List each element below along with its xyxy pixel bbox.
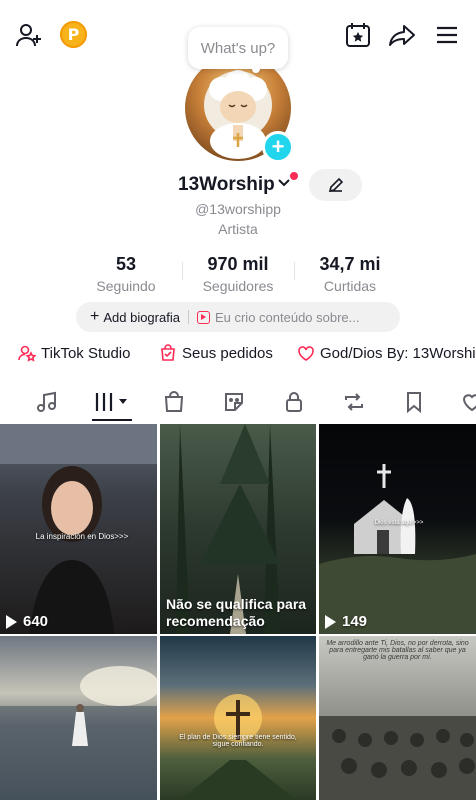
stat-likes[interactable]: 34,7 mi Curtidas [294, 254, 406, 294]
following-count: 53 [115, 254, 137, 274]
calendar-star-icon[interactable] [343, 20, 373, 50]
active-tab-indicator [92, 419, 132, 421]
bio-divider [187, 310, 189, 324]
creator-promo-text[interactable]: Eu crio conteúdo sobre... [215, 310, 360, 325]
video-thumbnail[interactable]: Me arrodillo ante Ti, Dios, no por derro… [319, 636, 476, 800]
sticker-heart-icon [298, 346, 314, 361]
bio-pill[interactable]: + Add biografia Eu crio conteúdo sobre..… [76, 302, 400, 332]
grid-bars-icon [95, 393, 127, 411]
music-note-icon [37, 391, 56, 412]
video-caption: Dios está aquí>>> [374, 520, 424, 526]
bookmark-icon [407, 392, 421, 414]
stat-following[interactable]: 53 Seguindo [70, 254, 182, 294]
link-label: TikTok Studio [41, 344, 131, 362]
repost-icon [345, 393, 363, 411]
not-eligible-label: Não se qualifica para recomendação [166, 596, 307, 629]
hamburger-menu-icon[interactable] [432, 20, 462, 50]
video-thumbnail[interactable] [0, 636, 157, 800]
coins-icon[interactable]: P [60, 21, 87, 48]
user-handle: @13worshipp [195, 201, 281, 217]
link-label: God/Dios By: 13Worship [320, 344, 476, 362]
view-count: 149 [325, 613, 367, 630]
likes-count: 34,7 mi [319, 254, 381, 274]
stat-followers[interactable]: 970 mil Seguidores [182, 254, 294, 294]
content-tabs [0, 385, 476, 423]
view-count: 640 [6, 613, 48, 630]
video-thumbnail[interactable]: Não se qualifica para recomendação [160, 424, 316, 634]
status-bubble[interactable]: What's up? [188, 27, 288, 73]
shortcut-links: TikTok Studio Seus pedidos God/Dios By: … [18, 344, 476, 370]
video-caption: Me arrodillo ante Ti, Dios, no por derro… [326, 640, 469, 661]
video-thumbnail[interactable]: La inspiración en Dios>>> 640 [0, 424, 157, 634]
edit-profile-button[interactable] [309, 169, 362, 201]
notification-dot [290, 172, 298, 180]
following-label: Seguindo [96, 278, 156, 294]
add-bio-label[interactable]: Add biografia [103, 310, 180, 325]
chevron-down-icon[interactable] [277, 176, 291, 195]
username[interactable]: 13Worship [178, 174, 275, 196]
heart-icon [462, 394, 476, 412]
person-plus-icon[interactable] [14, 20, 44, 50]
tab-favorites[interactable] [394, 387, 434, 417]
status-bubble-text: What's up? [200, 39, 276, 57]
video-thumbnail[interactable]: El plan de Dios siempre tiene sentido, s… [160, 636, 316, 800]
tab-videos[interactable] [92, 387, 132, 417]
shopping-bag-icon [164, 391, 184, 412]
pencil-icon [328, 177, 343, 193]
followers-label: Seguidores [202, 278, 274, 294]
lock-icon [286, 392, 302, 412]
tab-stickers[interactable] [214, 387, 254, 417]
play-icon [325, 614, 336, 629]
play-icon [6, 614, 17, 629]
video-caption: El plan de Dios siempre tiene sentido, s… [179, 734, 297, 748]
followers-count: 970 mil [207, 254, 269, 274]
tab-liked[interactable] [452, 387, 476, 417]
video-caption: La inspiración en Dios>>> [35, 532, 129, 541]
play-square-icon [196, 310, 210, 324]
tab-reposts[interactable] [334, 387, 374, 417]
tab-private[interactable] [274, 387, 314, 417]
link-label: Seus pedidos [182, 344, 273, 362]
plus-icon: + [90, 308, 100, 325]
add-story-button[interactable]: + [262, 131, 294, 163]
link-playlist[interactable]: God/Dios By: 13Worship [297, 344, 476, 362]
tab-music[interactable] [27, 387, 67, 417]
share-arrow-icon[interactable] [387, 20, 417, 50]
video-grid: La inspiración en Dios>>> 640 Não se qua… [0, 424, 476, 800]
stats-row: 53 Seguindo 970 mil Seguidores 34,7 mi C… [70, 254, 406, 294]
account-category: Artista [218, 221, 258, 237]
likes-label: Curtidas [323, 278, 377, 294]
sticker-icon [225, 393, 243, 411]
tab-shop[interactable] [154, 387, 194, 417]
link-orders[interactable]: Seus pedidos [159, 344, 273, 362]
studio-icon [18, 345, 36, 362]
orders-bag-icon [161, 344, 175, 361]
video-thumbnail[interactable]: Dios está aquí>>> 149 [319, 424, 476, 634]
link-tiktok-studio[interactable]: TikTok Studio [18, 344, 130, 362]
coin-label: P [67, 25, 80, 44]
